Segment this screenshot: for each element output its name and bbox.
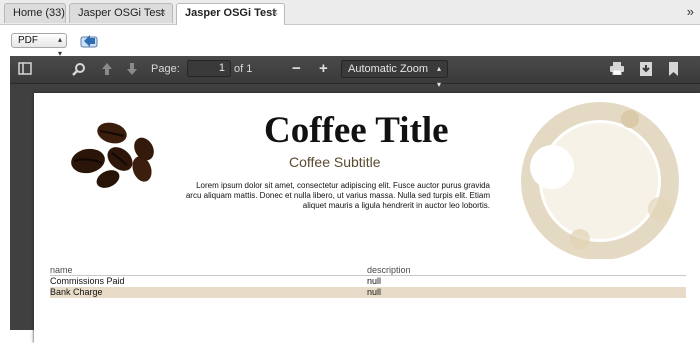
coffee-beans-image xyxy=(71,122,154,188)
pdf-toolbar: Page: 1 of 1 − + Automatic Zoom ▴ ▾ xyxy=(10,56,700,89)
format-select-value: PDF xyxy=(18,35,38,46)
zoom-in-icon[interactable]: + xyxy=(319,60,328,77)
zoom-select-value: Automatic Zoom xyxy=(348,63,429,75)
coffee-stain-image xyxy=(521,102,679,259)
tab-label: Jasper OSGi Test xyxy=(78,7,164,19)
pdf-viewer: Page: 1 of 1 − + Automatic Zoom ▴ ▾ Coff… xyxy=(10,56,700,343)
page-label: Page: xyxy=(151,63,180,75)
export-button[interactable] xyxy=(78,31,100,49)
tab-overflow-icon[interactable]: » xyxy=(687,4,694,19)
table-row: Commissions Paid null xyxy=(50,276,686,287)
format-select[interactable]: PDF ▴ ▾ xyxy=(11,33,67,58)
page-count: of 1 xyxy=(234,63,253,75)
bookmark-icon[interactable] xyxy=(669,62,678,79)
previous-page-icon[interactable] xyxy=(101,62,113,79)
next-page-icon[interactable] xyxy=(126,62,138,79)
print-icon[interactable] xyxy=(610,62,624,78)
tab-label: Jasper OSGi Test xyxy=(185,7,276,19)
page-number-input[interactable]: 1 xyxy=(187,60,231,77)
select-arrows-icon: ▴ ▾ xyxy=(436,64,441,89)
table-header: name description xyxy=(50,265,686,276)
tab-jasper-osgi-test-2[interactable]: Jasper OSGi Test × xyxy=(176,3,285,25)
download-icon[interactable] xyxy=(640,62,652,79)
cell-name: Bank Charge xyxy=(50,287,103,297)
table-row: Bank Charge null xyxy=(50,287,686,298)
document-title: Coffee Title xyxy=(264,110,449,151)
document-subtitle: Coffee Subtitle xyxy=(289,154,381,170)
cell-description: null xyxy=(367,276,382,286)
pdf-page: Coffee Title Coffee Subtitle Lorem ipsum… xyxy=(34,93,700,343)
tab-close-icon[interactable]: × xyxy=(272,4,278,23)
document-body: Lorem ipsum dolor sit amet, consectetur … xyxy=(185,181,490,210)
cell-description: null xyxy=(367,287,382,297)
column-header-name: name xyxy=(50,265,73,275)
tab-home[interactable]: Home (33) xyxy=(4,3,66,23)
zoom-out-icon[interactable]: − xyxy=(292,60,301,77)
cell-name: Commissions Paid xyxy=(50,276,125,286)
tab-jasper-osgi-test-1[interactable]: Jasper OSGi Test × xyxy=(69,3,173,23)
zoom-select[interactable]: Automatic Zoom ▴ ▾ xyxy=(341,60,448,89)
search-icon[interactable] xyxy=(72,62,86,79)
tab-bar: Home (33) Jasper OSGi Test × Jasper OSGi… xyxy=(0,0,700,25)
tab-close-icon[interactable]: × xyxy=(160,4,166,23)
column-header-description: description xyxy=(367,265,411,275)
tab-label: Home (33) xyxy=(13,7,65,19)
sidebar-toggle-icon[interactable] xyxy=(18,62,32,78)
export-icon xyxy=(80,35,98,48)
